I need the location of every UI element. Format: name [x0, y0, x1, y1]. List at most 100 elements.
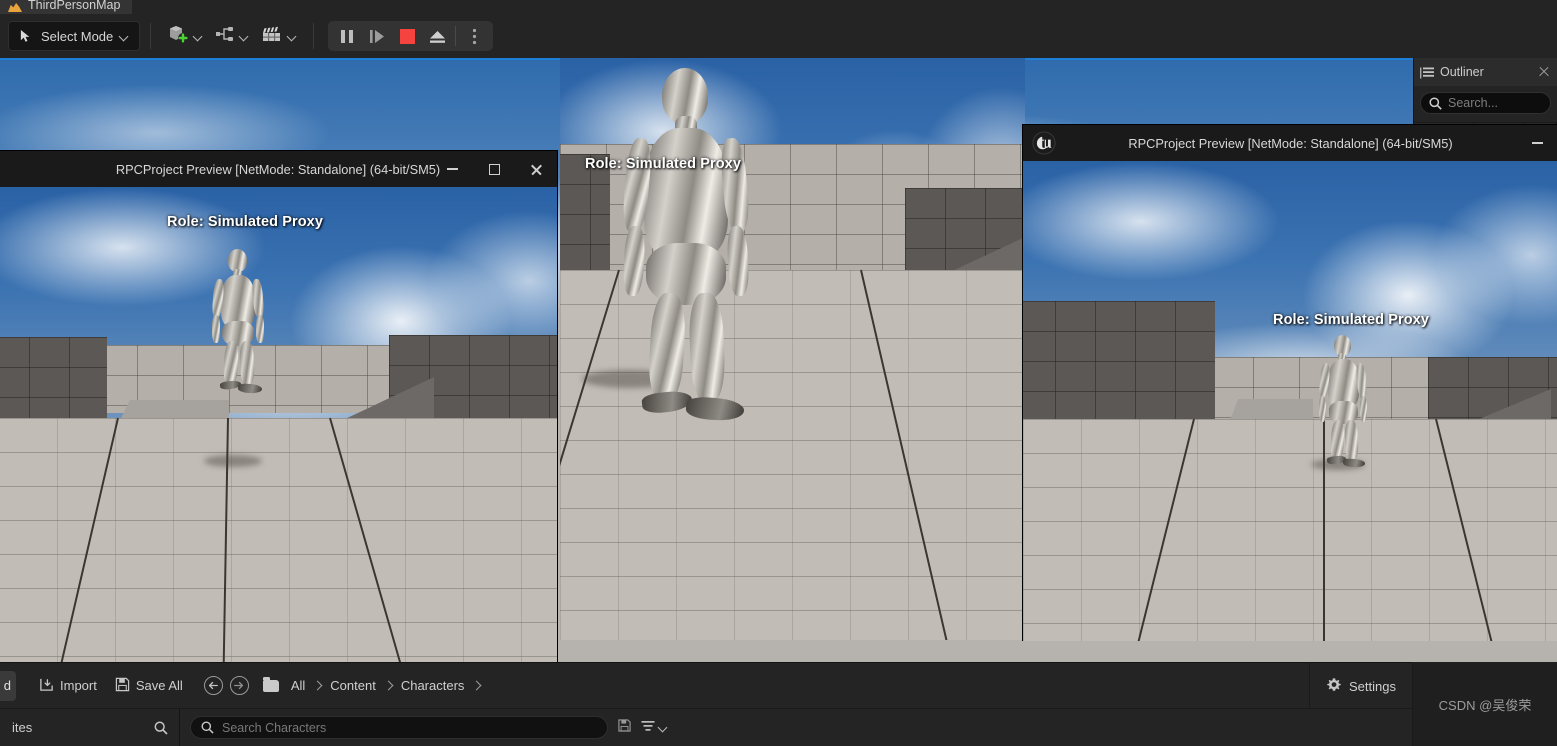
- minimize-button[interactable]: [431, 151, 473, 187]
- role-overlay-label: Role: Simulated Proxy: [167, 214, 323, 230]
- floor-grid: [1023, 419, 1557, 641]
- play-controls-divider: [455, 26, 457, 46]
- frame-advance-icon: [370, 29, 385, 43]
- preview-titlebar-right[interactable]: RPCProject Preview [NetMode: Standalone]…: [1023, 125, 1557, 161]
- favorites-label: ites: [12, 720, 33, 735]
- select-mode-button[interactable]: Select Mode: [8, 21, 141, 51]
- favorites-section[interactable]: ites: [0, 709, 180, 746]
- level-tab-strip: ThirdPersonMap: [0, 0, 1557, 14]
- floor: [1023, 418, 1557, 641]
- navigate-forward-button[interactable]: [229, 676, 249, 695]
- unreal-engine-logo-icon: [1031, 130, 1057, 156]
- outliner-title: Outliner: [1440, 65, 1484, 79]
- side-wall-left: [1023, 301, 1215, 429]
- window-controls-right: [1516, 125, 1557, 161]
- chevron-down-icon: [240, 32, 249, 41]
- navigate-back-button[interactable]: [203, 676, 223, 695]
- side-wall-left: [560, 154, 610, 284]
- outliner-search-placeholder: Search...: [1448, 96, 1499, 110]
- pause-button[interactable]: [332, 22, 362, 50]
- outliner-tab[interactable]: Outliner: [1414, 58, 1557, 86]
- preview-window-right[interactable]: RPCProject Preview [NetMode: Standalone]…: [1022, 124, 1557, 641]
- frame-step-button[interactable]: [362, 22, 392, 50]
- search-placeholder: Search Characters: [222, 720, 327, 735]
- play-options-button[interactable]: [459, 22, 489, 50]
- maximize-button[interactable]: [473, 151, 515, 187]
- preview-window-left[interactable]: RPCProject Preview [NetMode: Standalone]…: [0, 150, 558, 666]
- filter-button[interactable]: [641, 719, 668, 737]
- eject-button[interactable]: [422, 22, 452, 50]
- outliner-search-input[interactable]: Search...: [1420, 92, 1551, 114]
- save-all-label: Save All: [135, 678, 183, 693]
- watermark: CSDN @吴俊荣: [1413, 662, 1557, 746]
- search-icon: [1429, 96, 1442, 110]
- breadcrumb-separator: [312, 680, 323, 691]
- breadcrumb-content[interactable]: Content: [326, 678, 380, 693]
- chevron-down-icon: [288, 32, 297, 41]
- content-browser-lower: ites Search Characters: [0, 709, 1412, 746]
- add-button-label: d: [3, 678, 11, 693]
- window-controls-left: [431, 151, 557, 187]
- close-icon[interactable]: [1537, 65, 1551, 79]
- character-mannequin: [620, 68, 780, 422]
- import-button[interactable]: Import: [30, 671, 106, 701]
- add-actor-button[interactable]: [161, 21, 209, 51]
- character-mannequin: [1318, 335, 1375, 468]
- breadcrumb-separator: [471, 680, 482, 691]
- outliner-icon: [1420, 66, 1434, 79]
- game-scene: Role: Simulated Proxy: [560, 58, 1025, 640]
- unreal-editor-window: ThirdPersonMap Select Mode Outliner Sear…: [0, 0, 1557, 746]
- filter-icon: [641, 719, 655, 737]
- map-icon: [8, 2, 22, 12]
- cursor-select-icon: [19, 29, 34, 44]
- outliner-search-row: Search...: [1414, 86, 1557, 114]
- search-characters-input[interactable]: Search Characters: [190, 716, 608, 739]
- asset-search-row: Search Characters: [180, 709, 1412, 746]
- save-search-icon[interactable]: [618, 718, 631, 737]
- character-mannequin: [211, 249, 273, 394]
- preview-titlebar-left[interactable]: RPCProject Preview [NetMode: Standalone]…: [0, 151, 557, 187]
- add-button[interactable]: d: [0, 670, 16, 701]
- search-icon: [201, 721, 214, 734]
- minimize-button[interactable]: [1516, 125, 1557, 161]
- stop-icon: [399, 28, 415, 44]
- toolbar-divider: [313, 23, 315, 49]
- floor: [0, 417, 557, 666]
- settings-label: Settings: [1349, 678, 1396, 694]
- blueprints-button[interactable]: [209, 21, 255, 51]
- vertical-dots-icon: [472, 28, 476, 44]
- arrow-left-icon: [209, 681, 219, 690]
- cube-plus-icon: [167, 24, 189, 49]
- content-browser-toolbar: d Import Save All All Content Characters…: [0, 663, 1412, 709]
- maximize-icon: [488, 163, 500, 175]
- close-icon: [530, 163, 543, 176]
- clapperboard-icon: [261, 25, 283, 48]
- save-all-button[interactable]: Save All: [106, 671, 192, 701]
- stop-button[interactable]: [392, 22, 422, 50]
- cinematics-button[interactable]: [255, 21, 303, 51]
- preview-window-middle[interactable]: Role: Simulated Proxy: [560, 58, 1025, 640]
- floppy-disk-icon: [115, 677, 130, 695]
- tab-thirdpersonmap[interactable]: ThirdPersonMap: [0, 0, 133, 14]
- select-mode-label: Select Mode: [41, 28, 114, 44]
- preview-viewport-left[interactable]: Role: Simulated Proxy: [0, 187, 557, 666]
- breadcrumb-all[interactable]: All: [287, 678, 309, 693]
- settings-button[interactable]: Settings: [1309, 663, 1412, 709]
- eject-icon: [429, 30, 445, 43]
- breadcrumb-characters[interactable]: Characters: [397, 678, 469, 693]
- preview-viewport-right[interactable]: Role: Simulated Proxy: [1023, 161, 1557, 641]
- tab-label: ThirdPersonMap: [28, 0, 121, 12]
- role-overlay-label: Role: Simulated Proxy: [1273, 312, 1429, 328]
- chevron-down-icon: [120, 32, 129, 41]
- content-browser: d Import Save All All Content Characters…: [0, 662, 1412, 746]
- role-overlay-label: Role: Simulated Proxy: [585, 156, 741, 172]
- preview-viewport-middle[interactable]: Role: Simulated Proxy: [560, 58, 1025, 640]
- watermark-text: CSDN @吴俊荣: [1438, 697, 1532, 713]
- chevron-down-icon: [659, 723, 668, 732]
- close-button[interactable]: [515, 151, 557, 187]
- arrow-right-icon: [234, 681, 244, 690]
- game-scene: Role: Simulated Proxy: [0, 187, 557, 666]
- folder-icon: [262, 676, 279, 692]
- character-shadow: [204, 455, 262, 467]
- search-icon[interactable]: [154, 721, 168, 735]
